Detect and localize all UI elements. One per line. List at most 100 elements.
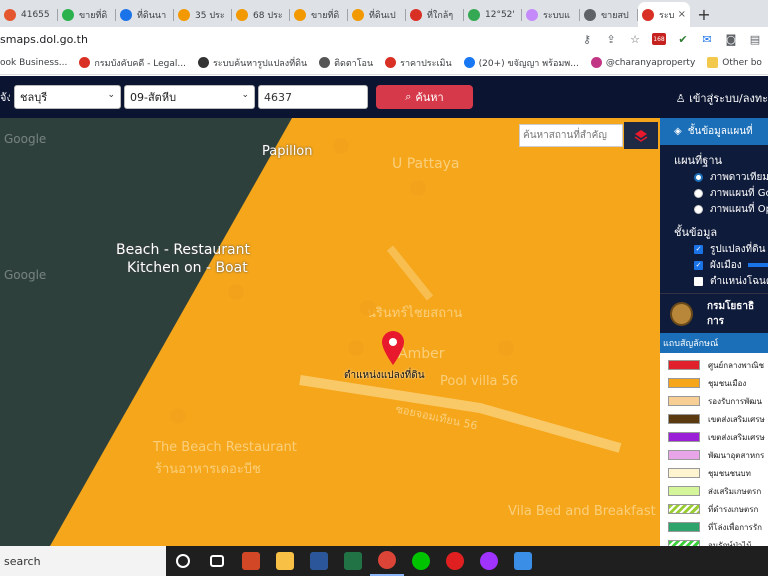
login-link[interactable]: ♙ เข้าสู่ระบบ/ลงทะ (676, 89, 768, 107)
photos-icon (514, 552, 532, 570)
browser-tab[interactable]: ขายที่ดิ (290, 2, 348, 27)
checkbox[interactable]: ✓ (694, 244, 703, 254)
taskbar-app[interactable] (438, 546, 472, 576)
browser-tab[interactable]: 41655 (0, 2, 58, 27)
url-field[interactable]: smaps.dol.go.th (0, 33, 580, 46)
bookmark-star-icon[interactable]: ☆ (628, 33, 642, 46)
bookmark-label: ติดตาโอน (334, 58, 374, 69)
tab-label: ขายสป (601, 10, 629, 21)
poi-marker[interactable] (498, 340, 514, 356)
other-bookmarks[interactable]: Other bo (707, 57, 762, 68)
taskbar-app[interactable] (200, 546, 234, 576)
layer-option[interactable]: ✓ รูปแปลงที่ดิน (660, 241, 768, 257)
opacity-slider[interactable] (747, 263, 768, 267)
app-header: จังหวัด ชลบุรี ⌄ 09-สัตหีบ ⌄ 4637 ⌕ ค้นห… (0, 76, 768, 118)
taskbar-search[interactable]: search (0, 546, 166, 576)
browser-tab[interactable]: ขายที่ดิ (58, 2, 116, 27)
menu-extension-icon[interactable]: ▤ (748, 33, 762, 46)
tab-favicon-icon (294, 8, 306, 21)
browser-tab[interactable]: ระบบแ (522, 2, 580, 27)
bookmark-item[interactable]: กรมบังคับคดี - Legal... (79, 56, 186, 70)
browser-tab[interactable]: ที่ดินนา (116, 2, 174, 27)
layer-panel-header[interactable]: ◈ ชั้นข้อมูลแผนที่ (660, 118, 768, 145)
share-icon[interactable]: ⇪ (604, 33, 618, 46)
layer-option[interactable]: ตำแหน่งโฉนด (660, 273, 768, 289)
legend-item: ที่โล่งเพื่อการรัก (660, 518, 768, 536)
key-icon[interactable]: ⚷ (580, 33, 594, 46)
search-button-label: ค้นหา (415, 91, 444, 104)
poi-marker[interactable] (410, 180, 426, 196)
browser-tab[interactable]: ที่ดินเป (348, 2, 406, 27)
map-label-u-pattaya: U Pattaya (392, 156, 460, 172)
taskbar-app[interactable] (234, 546, 268, 576)
legend-swatch (668, 450, 700, 460)
poi-marker[interactable] (333, 138, 349, 154)
close-tab-icon[interactable]: × (678, 9, 686, 20)
email-extension-icon[interactable]: ✉ (700, 33, 714, 46)
browser-tab[interactable]: ขายสป (580, 2, 638, 27)
parcel-location-pin-icon[interactable] (380, 330, 406, 366)
chevron-down-icon: ⌄ (107, 90, 115, 100)
poi-marker[interactable] (348, 340, 364, 356)
bookmark-favicon-icon (197, 57, 209, 68)
radio-button[interactable] (694, 172, 703, 182)
tab-favicon-icon (584, 8, 596, 21)
checkbox[interactable]: ✓ (694, 260, 703, 270)
browser-tab[interactable]: 35 ประ (174, 2, 232, 27)
excel-icon (344, 552, 362, 570)
basemap-label: ภาพดาวเทียม (710, 171, 768, 183)
bookmark-item[interactable]: ระบบค้นหารูปแปลงที่ดิน (197, 56, 307, 70)
browser-tab[interactable]: ที่ใกล้ๆ (406, 2, 464, 27)
radio-button[interactable] (694, 204, 703, 214)
poi-marker[interactable] (170, 408, 186, 424)
layer-option[interactable]: ✓ ผังเมือง (660, 257, 768, 273)
parcel-number-input[interactable]: 4637 (258, 85, 368, 109)
legend-item: ที่ดำรงเกษตรก (660, 500, 768, 518)
place-search-input[interactable]: ค้นหาสถานที่สำคัญ (519, 124, 623, 147)
camera-extension-icon[interactable]: ◙ (724, 33, 738, 46)
radio-button[interactable] (694, 188, 703, 198)
taskbar-app[interactable] (370, 546, 404, 576)
legend: ศูนย์กลางพาณิช ชุมชนเมือง รองรับการพัฒน เขต… (660, 353, 768, 546)
search-button[interactable]: ⌕ ค้นหา (376, 85, 473, 109)
layer-panel: ◈ ชั้นข้อมูลแผนที่ แผนที่ฐาน ภาพดาวเทียม… (660, 118, 768, 546)
poi-marker[interactable] (360, 300, 376, 316)
basemap-option[interactable]: ภาพดาวเทียม (660, 169, 768, 185)
map-label-the-beach-restaurant: The Beach Restaurant (153, 440, 297, 455)
taskbar-app[interactable] (166, 546, 200, 576)
bookmark-favicon-icon (79, 57, 91, 68)
province-select[interactable]: ชลบุรี ⌄ (14, 85, 121, 109)
taskbar-app[interactable] (268, 546, 302, 576)
taskbar-app[interactable] (472, 546, 506, 576)
map-label-papillon: Papillon (262, 144, 313, 159)
bookmark-item[interactable]: ook Business... (0, 58, 67, 68)
taskbar-app[interactable] (302, 546, 336, 576)
tab-label: ที่ใกล้ๆ (427, 10, 454, 21)
bookmark-item[interactable]: (20+) ขจัญญา พร้อมพ... (463, 56, 579, 70)
bookmark-item[interactable]: @charanyaproperty (590, 57, 695, 68)
taskbar-app[interactable] (404, 546, 438, 576)
taskbar-app[interactable] (336, 546, 370, 576)
legend-label: รองรับการพัฒน (708, 396, 762, 406)
browser-tab[interactable]: 68 ประ (232, 2, 290, 27)
bookmark-item[interactable]: ราคาประเมิน (385, 56, 452, 70)
extension-icon[interactable]: ✔ (676, 33, 690, 46)
layers-toggle-button[interactable] (624, 122, 658, 149)
poi-marker[interactable] (228, 284, 244, 300)
map-canvas[interactable]: Google Google Papillon U Pattaya Beach -… (0, 118, 660, 546)
legend-label: ศูนย์กลางพาณิช (708, 360, 764, 370)
browser-tab[interactable]: 12°52' (464, 2, 522, 27)
record-icon (446, 552, 464, 570)
browser-tab-strip: 41655 ขายที่ดิ ที่ดินนา 35 ประ 68 ประ ขายที่ด… (0, 0, 768, 27)
layer-panel-title: ชั้นข้อมูลแผนที่ (687, 126, 753, 137)
extension-168-badge[interactable]: 168 (652, 33, 666, 45)
basemap-option[interactable]: ภาพแผนที่ Op (660, 201, 768, 217)
browser-tab[interactable]: ระบ × (638, 2, 690, 27)
new-tab-button[interactable]: + (690, 2, 718, 27)
checkbox[interactable] (694, 276, 703, 286)
bookmark-item[interactable]: ติดตาโอน (319, 56, 373, 70)
office-select[interactable]: 09-สัตหีบ ⌄ (124, 85, 255, 109)
tab-favicon-icon (4, 8, 16, 21)
basemap-option[interactable]: ภาพแผนที่ Go (660, 185, 768, 201)
taskbar-app[interactable] (506, 546, 540, 576)
